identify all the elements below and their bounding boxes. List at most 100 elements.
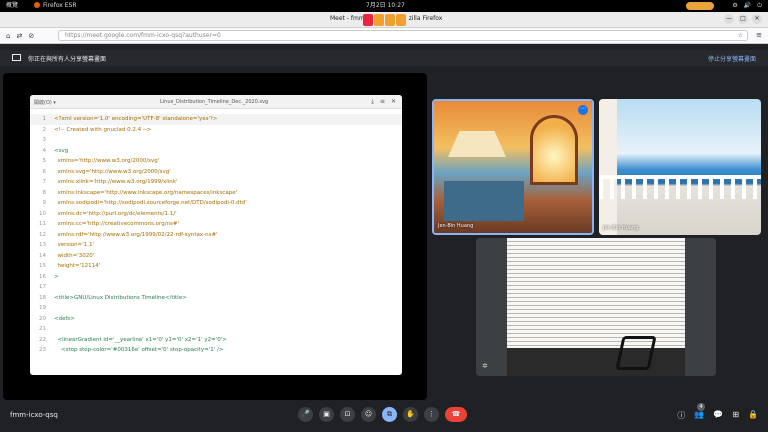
code-line: 19 xyxy=(30,303,402,314)
presentation-self-tile[interactable]: ✲ xyxy=(476,238,716,376)
code-line: 17 xyxy=(30,282,402,293)
code-line: 10 xmlns:dc='http://purl.org/dc/elements… xyxy=(30,209,402,220)
line-code: <stop stop-color='#00316e' offset='0' st… xyxy=(54,347,224,353)
line-code: <linearGradient id='__yearline' x1='0' y… xyxy=(54,336,227,343)
microphone-button[interactable]: 🎤 xyxy=(298,407,313,422)
line-code: xmlns:svg='http://www.w3.org/2000/svg' xyxy=(54,168,171,175)
code-line: 3 xyxy=(30,135,402,146)
line-number: 22 xyxy=(39,336,46,343)
system-tray[interactable]: ⚙ 🔊 ⏻ xyxy=(732,0,762,12)
more-options-icon[interactable]: ⋯ xyxy=(578,105,588,115)
code-line: 12 xmlns:rdf='http://www.w3.org/1999/02/… xyxy=(30,230,402,241)
people-icon[interactable]: 👥 xyxy=(694,410,704,421)
editor-file-name: Linux_Distribution_Timeline_Dec._2020.sv… xyxy=(160,99,269,105)
app-menu[interactable]: Firefox ESR xyxy=(34,0,77,12)
participant-tile[interactable]: ⋯ Jen-Bin Huang xyxy=(432,99,594,235)
line-number: 11 xyxy=(39,221,46,227)
present-icon xyxy=(12,54,21,61)
activities-icon[interactable]: ⊞ xyxy=(732,410,739,421)
code-line: 23 <stop stop-color='#00316e' offset='0'… xyxy=(30,345,402,356)
code-line: 5 xmlns='http://www.w3.org/2000/svg' xyxy=(30,156,402,167)
chair-shape xyxy=(615,336,657,370)
close-icon: ✕ xyxy=(390,98,396,105)
line-number: 12 xyxy=(39,231,46,238)
line-code: xmlns:cc='http://creativecommons.org/ns#… xyxy=(54,221,180,227)
sharing-indicator[interactable] xyxy=(363,14,406,26)
save-icon: ⤓ xyxy=(371,98,374,105)
settings-icon: ⚙ xyxy=(732,2,738,9)
record-icon xyxy=(363,14,373,26)
bookmark-star-icon[interactable]: ☆ xyxy=(738,31,743,41)
participant-tile[interactable]: Jen-Bin Huang xyxy=(599,99,761,235)
maximize-button[interactable]: □ xyxy=(738,14,748,24)
reactions-button[interactable]: ☺ xyxy=(361,407,376,422)
meeting-code: fmm-icxo-qsq xyxy=(10,411,58,419)
line-number: 19 xyxy=(39,305,46,311)
line-code: xmlns:inkscape='http://www.inkscape.org/… xyxy=(54,189,238,196)
desk-shadow xyxy=(507,348,685,376)
chat-icon[interactable]: 💬 xyxy=(713,410,723,421)
line-number: 14 xyxy=(39,252,46,259)
code-line: 20 <defs> xyxy=(30,314,402,325)
participant-background xyxy=(434,101,592,233)
line-number: 21 xyxy=(39,326,46,332)
kitchen-window xyxy=(530,115,578,185)
code-line: 15 height='12114' xyxy=(30,261,402,272)
host-controls-icon[interactable]: 🔒 xyxy=(748,410,758,421)
presenting-banner: 你正在與所有人分享螢幕畫面 停止分享螢幕畫面 xyxy=(0,50,768,66)
line-code: xmlns:sodipodi='http://sodipodi.sourcefo… xyxy=(54,200,247,206)
line-number: 15 xyxy=(39,263,46,269)
block-icon[interactable]: ⊘ xyxy=(28,32,34,40)
camera-share-icon xyxy=(396,14,406,26)
captions-button[interactable]: ⊡ xyxy=(340,407,355,422)
kitchen-hood xyxy=(448,131,506,157)
code-lines: 1 <?xml version='1.0' encoding='UTF-8' st… xyxy=(30,114,402,356)
line-number: 7 xyxy=(42,179,47,185)
url-bar[interactable]: https://meet.google.com/fmm-icxo-qsq?aut… xyxy=(58,30,748,41)
stop-sharing-button[interactable]: 停止分享螢幕畫面 xyxy=(708,54,756,63)
hamburger-menu-icon[interactable]: ≡ xyxy=(756,31,762,39)
kitchen-counter xyxy=(444,181,524,221)
status-pill[interactable] xyxy=(686,2,714,10)
line-number: 10 xyxy=(39,210,46,217)
activities-button[interactable]: 概覽 xyxy=(6,0,18,12)
present-button[interactable]: ⧉ xyxy=(382,407,397,422)
line-code: <!-- Created with gnuclad 0.2.4 --> xyxy=(54,126,152,133)
participant-background xyxy=(599,99,761,235)
screen-share-icon xyxy=(385,14,395,26)
line-code: <svg xyxy=(54,147,69,154)
terrace-wall xyxy=(599,99,617,235)
nav-icons: ⌂ ⇄ ⊘ xyxy=(6,32,34,40)
pin-icon[interactable]: ✲ xyxy=(482,362,488,370)
close-button[interactable]: ✕ xyxy=(752,14,762,24)
line-code: <defs> xyxy=(54,315,75,322)
line-number: 6 xyxy=(42,168,47,175)
clock[interactable]: 7月2日 10:27 xyxy=(366,0,405,12)
line-number: 2 xyxy=(42,126,47,133)
code-line: 21 xyxy=(30,324,402,335)
people-count-badge: 4 xyxy=(697,403,705,411)
editor-window-controls: ⤓ ≡ ✕ xyxy=(371,98,396,106)
code-line: 8 xmlns:inkscape='http://www.inkscape.or… xyxy=(30,188,402,199)
minimize-button[interactable]: — xyxy=(724,14,734,24)
leave-call-button[interactable]: ☎ xyxy=(445,407,467,422)
meeting-details-icon[interactable]: ⓘ xyxy=(677,410,685,421)
line-number: 23 xyxy=(39,347,46,353)
meeting-control-bar: fmm-icxo-qsq 🎤 ▣ ⊡ ☺ ⧉ ✋ ⋮ ☎ ⓘ 👥 💬 ⊞ 🔒 xyxy=(0,400,768,432)
line-number: 18 xyxy=(39,294,46,301)
volume-icon: 🔊 xyxy=(743,2,752,9)
mic-share-icon xyxy=(374,14,384,26)
url-text: https://meet.google.com/fmm-icxo-qsq?aut… xyxy=(65,32,221,39)
permissions-icon[interactable]: ⇄ xyxy=(16,32,22,40)
code-line: 2 <!-- Created with gnuclad 0.2.4 --> xyxy=(30,125,402,136)
line-code: width='3020' xyxy=(54,252,95,259)
editor-header: 開啟(O) ▾ Linux_Distribution_Timeline_Dec.… xyxy=(30,95,402,109)
raise-hand-button[interactable]: ✋ xyxy=(403,407,418,422)
home-icon[interactable]: ⌂ xyxy=(6,32,10,40)
line-number: 16 xyxy=(39,273,46,280)
camera-button[interactable]: ▣ xyxy=(319,407,334,422)
more-options-button[interactable]: ⋮ xyxy=(424,407,439,422)
